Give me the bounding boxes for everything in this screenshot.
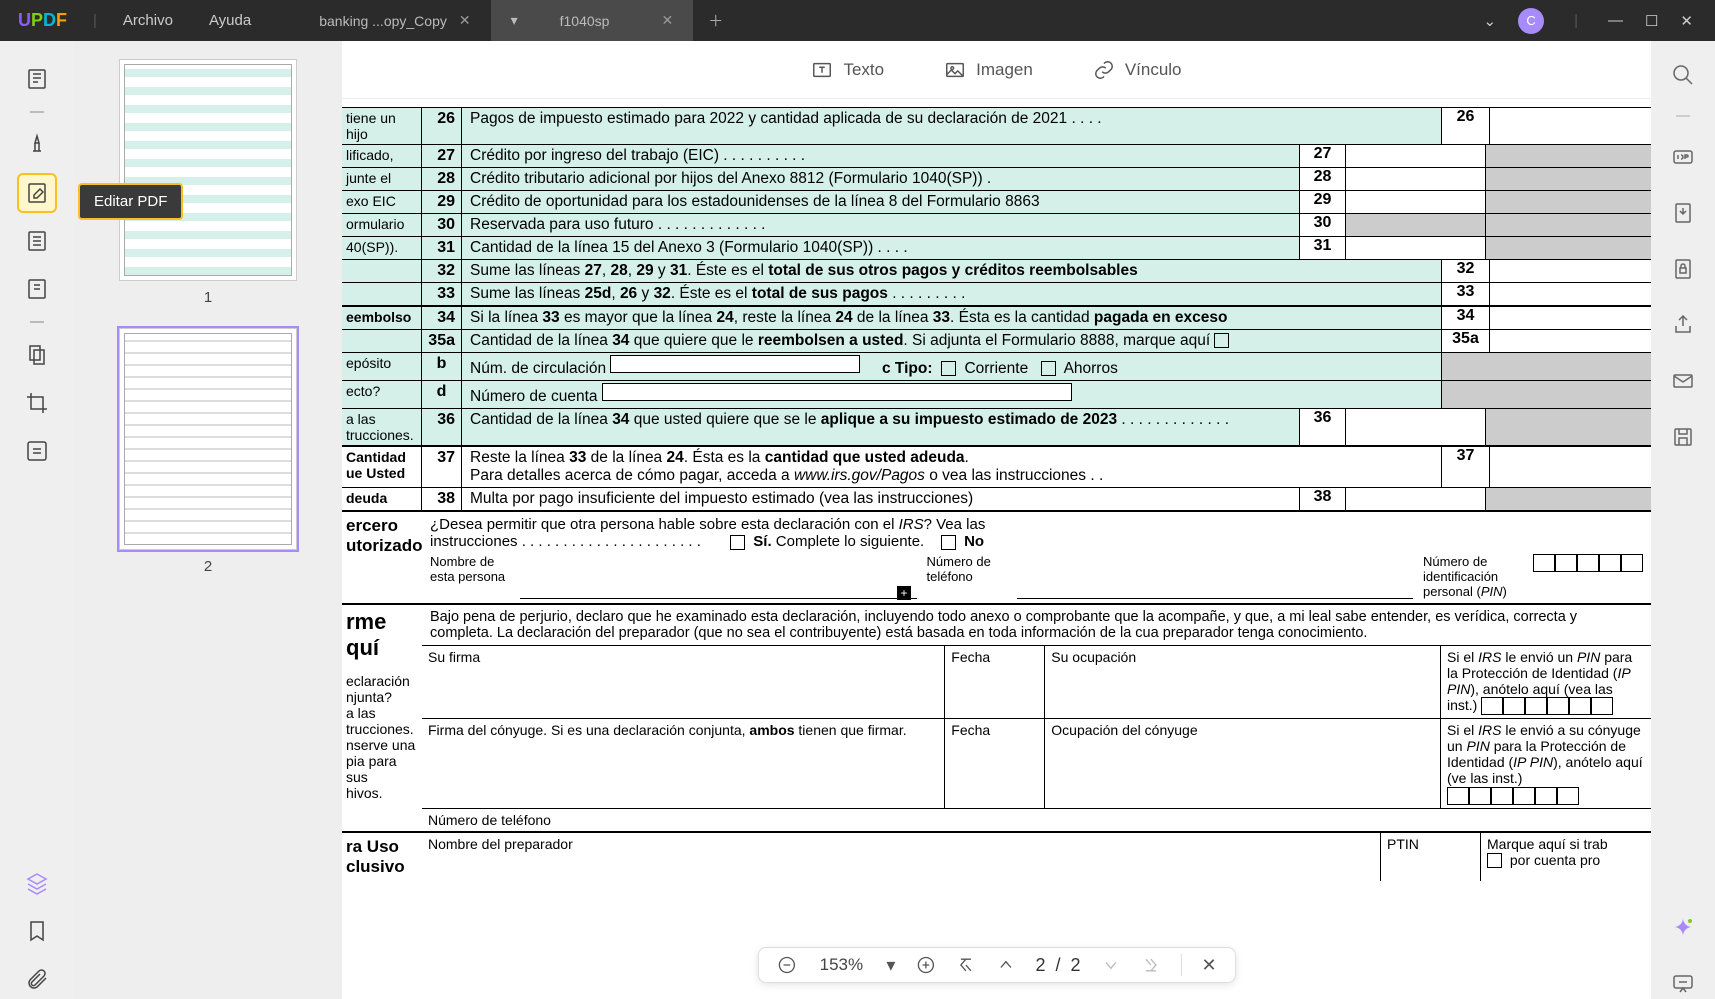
organize-tool[interactable] — [17, 221, 57, 261]
redact-tool[interactable] — [17, 431, 57, 471]
edit-link-label: Vínculo — [1125, 60, 1182, 80]
chevron-down-icon[interactable]: ▾ — [511, 12, 518, 29]
thumb-label: 2 — [74, 558, 342, 575]
chat-icon[interactable] — [1667, 967, 1699, 999]
edit-text-button[interactable]: Texto — [811, 59, 884, 81]
save-icon[interactable] — [1667, 421, 1699, 453]
edit-link-button[interactable]: Vínculo — [1093, 59, 1182, 81]
zoom-dropdown[interactable]: ▾ — [886, 955, 895, 976]
separator — [1676, 115, 1690, 117]
prev-page-button[interactable] — [995, 955, 1015, 975]
maximize-icon[interactable]: ☐ — [1645, 12, 1658, 30]
layers-tool[interactable] — [17, 863, 57, 903]
first-page-button[interactable] — [955, 955, 975, 975]
next-page-button[interactable] — [1101, 955, 1121, 975]
user-avatar[interactable]: C — [1518, 8, 1544, 34]
separator: | — [1566, 12, 1586, 29]
bookmark-tool[interactable] — [17, 911, 57, 951]
separator: | — [85, 12, 105, 29]
document-page: tiene un hijo26Pagos de impuesto estimad… — [342, 99, 1651, 881]
edit-pdf-tool[interactable] — [17, 173, 57, 213]
last-page-button[interactable] — [1141, 955, 1161, 975]
separator — [30, 111, 44, 113]
tab-label: f1040sp — [560, 13, 610, 29]
crop-tool[interactable] — [17, 383, 57, 423]
close-icon[interactable]: ✕ — [661, 12, 673, 29]
attachment-tool[interactable] — [17, 959, 57, 999]
new-tab-button[interactable]: ＋ — [693, 10, 738, 31]
zoom-out-button[interactable] — [776, 955, 796, 975]
pages-tool[interactable] — [17, 335, 57, 375]
page-indicator[interactable]: 2 / 2 — [1035, 955, 1080, 976]
share-icon[interactable] — [1667, 309, 1699, 341]
page-nav-toolbar: 153% ▾ 2 / 2 ✕ — [757, 947, 1235, 983]
zoom-in-button[interactable] — [915, 955, 935, 975]
comment-tool[interactable] — [17, 125, 57, 165]
page-thumbnail-1[interactable] — [119, 59, 297, 281]
edit-text-label: Texto — [843, 60, 884, 80]
close-toolbar-button[interactable]: ✕ — [1202, 955, 1217, 976]
protect-icon[interactable] — [1667, 253, 1699, 285]
email-icon[interactable] — [1667, 365, 1699, 397]
minimize-icon[interactable]: — — [1608, 12, 1623, 29]
tab-f1040sp[interactable]: ▾ f1040sp ✕ — [491, 0, 694, 41]
edit-image-button[interactable]: Imagen — [944, 59, 1033, 81]
menu-file[interactable]: Archivo — [105, 12, 191, 29]
ocr-icon[interactable] — [1667, 141, 1699, 173]
chevron-down-icon[interactable]: ⌄ — [1483, 12, 1496, 30]
tab-banking[interactable]: banking ...opy_Copy ✕ — [299, 0, 490, 41]
tab-label: banking ...opy_Copy — [319, 13, 447, 29]
reader-tool[interactable] — [17, 59, 57, 99]
convert-icon[interactable] — [1667, 197, 1699, 229]
edit-image-label: Imagen — [976, 60, 1033, 80]
thumb-label: 1 — [74, 289, 342, 306]
zoom-level[interactable]: 153% — [816, 955, 866, 975]
separator — [1181, 954, 1182, 976]
app-logo: UPDF — [0, 10, 85, 31]
close-icon[interactable]: ✕ — [459, 12, 471, 29]
close-window-icon[interactable]: ✕ — [1680, 12, 1693, 30]
ai-icon[interactable] — [1667, 911, 1699, 943]
page-thumbnail-2[interactable] — [119, 328, 297, 550]
menu-help[interactable]: Ayuda — [191, 12, 269, 29]
forms-tool[interactable] — [17, 269, 57, 309]
edit-pdf-tooltip: Editar PDF — [78, 183, 183, 220]
search-icon[interactable] — [1667, 59, 1699, 91]
separator — [30, 321, 44, 323]
